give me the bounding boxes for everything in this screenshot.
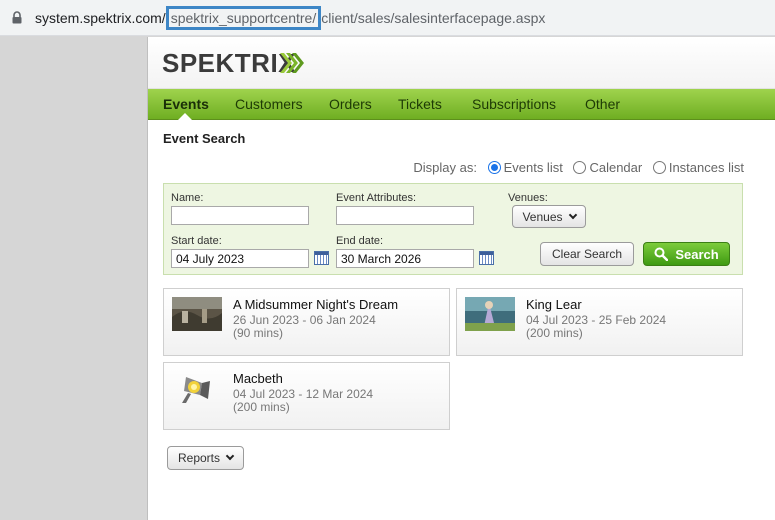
event-card[interactable]: Macbeth 04 Jul 2023 - 12 Mar 2024 (200 m… [163, 362, 450, 430]
logo-bar: SPEKTRIX [148, 37, 775, 89]
logo-chevrons-icon [280, 53, 304, 73]
reports-button-label: Reports [177, 451, 221, 465]
nav-customers[interactable]: Customers [235, 96, 303, 112]
radio-instances-list[interactable] [652, 161, 666, 175]
event-attributes-input[interactable] [336, 206, 474, 225]
url-text[interactable]: system.spektrix.com/spektrix_supportcent… [35, 6, 546, 30]
event-duration: (200 mins) [526, 326, 583, 340]
name-label: Name: [171, 192, 204, 204]
event-title[interactable]: Macbeth [233, 371, 283, 386]
spektrix-app: SPEKTRIX Events Customers Orders Tickets… [147, 37, 775, 520]
event-attributes-label: Event Attributes: [336, 192, 417, 204]
radio-instances-list-label[interactable]: Instances list [669, 160, 744, 175]
end-date-input[interactable]: 30 March 2026 [336, 249, 474, 268]
url-host: system.spektrix.com/ [35, 10, 166, 26]
browser-url-bar[interactable]: system.spektrix.com/spektrix_supportcent… [0, 0, 775, 36]
reports-dropdown-button[interactable]: Reports [167, 446, 244, 470]
start-date-label: Start date: [171, 235, 222, 247]
spotlight-icon [182, 377, 210, 403]
event-dates: 04 Jul 2023 - 25 Feb 2024 [526, 313, 667, 327]
event-duration: (90 mins) [233, 326, 284, 340]
nav-tickets[interactable]: Tickets [398, 96, 442, 112]
url-path: client/sales/salesinterfacepage.aspx [321, 10, 546, 26]
venues-button-label: Venues [522, 209, 563, 224]
display-as-label: Display as: [413, 160, 477, 176]
event-thumbnail [172, 297, 222, 331]
event-dates: 04 Jul 2023 - 12 Mar 2024 [233, 387, 374, 401]
chevron-down-icon [568, 210, 577, 219]
radio-events-list-label[interactable]: Events list [504, 160, 563, 175]
search-button-label: Search [675, 246, 719, 262]
event-card[interactable]: King Lear 04 Jul 2023 - 25 Feb 2024 (200… [456, 288, 743, 356]
active-tab-indicator [178, 113, 192, 120]
event-title[interactable]: A Midsummer Night's Dream [233, 297, 398, 312]
nav-events[interactable]: Events [163, 96, 209, 112]
spektrix-logo: SPEKTRIX [162, 48, 297, 78]
radio-calendar-label[interactable]: Calendar [589, 160, 642, 175]
venues-dropdown-button[interactable]: Venues [512, 205, 586, 228]
event-card[interactable]: A Midsummer Night's Dream 26 Jun 2023 - … [163, 288, 450, 356]
radio-events-list[interactable] [487, 161, 501, 175]
section-title: Event Search [163, 131, 246, 146]
start-date-calendar-icon[interactable] [314, 251, 329, 265]
event-dates: 26 Jun 2023 - 06 Jan 2024 [233, 313, 376, 327]
nav-other[interactable]: Other [585, 96, 620, 112]
nav-orders[interactable]: Orders [329, 96, 372, 112]
event-search-panel: Name: Event Attributes: Venues: Venues S… [163, 183, 743, 275]
search-icon [654, 247, 669, 261]
event-thumbnail [465, 297, 515, 331]
search-button[interactable]: Search [643, 242, 730, 266]
name-input[interactable] [171, 206, 309, 225]
end-date-label: End date: [336, 235, 384, 247]
chevron-down-icon [225, 451, 235, 461]
display-as-group: Display as: Events list Calendar Instanc… [148, 159, 744, 175]
event-duration: (200 mins) [233, 400, 290, 414]
nav-subscriptions[interactable]: Subscriptions [472, 96, 556, 112]
start-date-input[interactable]: 04 July 2023 [171, 249, 309, 268]
event-title[interactable]: King Lear [526, 297, 582, 312]
lock-icon [12, 11, 22, 24]
venues-label: Venues: [508, 192, 548, 204]
radio-calendar[interactable] [573, 161, 587, 175]
url-highlighted-segment: spektrix_supportcentre/ [165, 6, 322, 30]
clear-search-button[interactable]: Clear Search [540, 242, 634, 266]
main-nav: Events Customers Orders Tickets Subscrip… [148, 89, 775, 120]
end-date-calendar-icon[interactable] [479, 251, 494, 265]
